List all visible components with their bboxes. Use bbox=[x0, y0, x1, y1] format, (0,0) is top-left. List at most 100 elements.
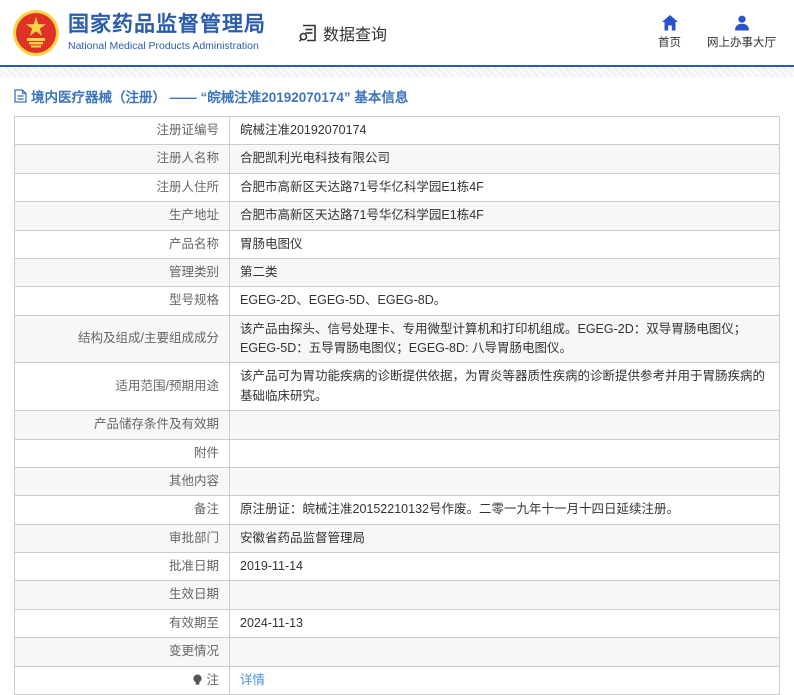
home-icon bbox=[661, 15, 678, 31]
row-label-text: 注册证编号 bbox=[156, 123, 219, 137]
row-label: 产品储存条件及有效期 bbox=[15, 411, 229, 438]
row-label: 管理类别 bbox=[15, 259, 229, 286]
row-value: 该产品可为胃功能疾病的诊断提供依据，为胃炎等器质性疾病的诊断提供参考并用于胃肠疾… bbox=[229, 363, 779, 411]
data-query-label: 数据查询 bbox=[323, 26, 388, 44]
page-title: 境内医疗器械（注册） —— “皖械注准20192070174” 基本信息 bbox=[31, 90, 409, 105]
table-row: 注册人名称 合肥凯利光电科技有限公司 bbox=[15, 145, 779, 174]
row-value-text: 原注册证：皖械注准20152210132号作废。二零一九年十一月十四日延续注册。 bbox=[240, 502, 679, 517]
table-row: 附件 bbox=[15, 439, 779, 468]
data-query-entry[interactable]: 数据查询 bbox=[298, 21, 387, 45]
row-value-text: EGEG-2D、EGEG-5D、EGEG-8D。 bbox=[240, 293, 447, 308]
row-label: 生产地址 bbox=[15, 202, 229, 229]
row-label-text: 审批部门 bbox=[168, 530, 219, 545]
row-label-text: 注 bbox=[206, 672, 219, 687]
row-label-text: 注册人住所 bbox=[156, 179, 219, 194]
row-label: 型号规格 bbox=[15, 287, 229, 314]
row-label-text: 适用范围/预期用途 bbox=[115, 379, 219, 394]
breadcrumb: 境内医疗器械（注册） —— “皖械注准20192070174” 基本信息 bbox=[0, 77, 794, 114]
row-label: 其他内容 bbox=[15, 468, 229, 495]
table-row: 管理类别 第二类 bbox=[15, 258, 779, 288]
row-label: 注册人住所 bbox=[15, 174, 229, 201]
brand: 国家药品监督管理局 National Medical Products Admi… bbox=[12, 9, 266, 57]
row-value: 该产品由探头、信号处理卡、专用微型计算机和打印机组成。EGEG-2D：双导胃肠电… bbox=[229, 315, 779, 363]
table-row: 注 详情 bbox=[15, 666, 779, 695]
row-label: 审批部门 bbox=[15, 525, 229, 552]
row-value: 2019-11-14 bbox=[229, 553, 779, 581]
row-value: 详情 bbox=[229, 666, 779, 694]
row-value-text: 合肥凯利光电科技有限公司 bbox=[240, 151, 391, 166]
row-value-text: 该产品可为胃功能疾病的诊断提供依据，为胃炎等器质性疾病的诊断提供参考并用于胃肠疾… bbox=[240, 369, 766, 403]
table-row: 适用范围/预期用途 该产品可为胃功能疾病的诊断提供依据，为胃炎等器质性疾病的诊断提… bbox=[15, 363, 779, 412]
row-value-text: 皖械注准20192070174 bbox=[240, 123, 367, 137]
row-label-text: 管理类别 bbox=[168, 264, 219, 279]
row-label: 适用范围/预期用途 bbox=[15, 363, 229, 410]
detail-link[interactable]: 详情 bbox=[240, 673, 265, 687]
org-name-cn: 国家药品监督管理局 bbox=[68, 13, 266, 37]
row-value-text: 胃肠电图仪 bbox=[240, 236, 303, 251]
row-label-text: 注册人名称 bbox=[156, 151, 219, 166]
row-value bbox=[229, 439, 779, 467]
table-row: 结构及组成/主要组成成分 该产品由探头、信号处理卡、专用微型计算机和打印机组成。E… bbox=[15, 315, 779, 364]
table-row: 注册人住所 合肥市高新区天达路71号华亿科学园E1栋4F bbox=[15, 173, 779, 203]
row-label: 注册证编号 bbox=[15, 117, 229, 144]
table-row: 注册证编号 皖械注准20192070174 bbox=[15, 117, 779, 146]
row-label-text: 备注 bbox=[193, 502, 219, 517]
table-row: 其他内容 bbox=[15, 467, 779, 497]
row-label-text: 附件 bbox=[193, 445, 219, 460]
row-value: 合肥市高新区天达路71号华亿科学园E1栋4F bbox=[229, 202, 779, 230]
row-label-text: 产品名称 bbox=[168, 236, 219, 251]
row-label: 结构及组成/主要组成成分 bbox=[15, 316, 229, 363]
row-value-text: 该产品由探头、信号处理卡、专用微型计算机和打印机组成。EGEG-2D：双导胃肠电… bbox=[240, 321, 747, 355]
row-label-text: 生产地址 bbox=[168, 208, 219, 223]
row-label-text: 其他内容 bbox=[168, 473, 219, 488]
row-value: EGEG-2D、EGEG-5D、EGEG-8D。 bbox=[229, 287, 779, 315]
row-label-text: 结构及组成/主要组成成分 bbox=[78, 331, 219, 346]
row-value bbox=[229, 411, 779, 439]
table-row: 生效日期 bbox=[15, 581, 779, 610]
row-value: 胃肠电图仪 bbox=[229, 230, 779, 258]
row-value-text: 2019-11-14 bbox=[240, 559, 304, 573]
table-row: 变更情况 bbox=[15, 638, 779, 667]
row-value-text: 合肥市高新区天达路71号华亿科学园E1栋4F bbox=[240, 208, 484, 223]
row-label: 产品名称 bbox=[15, 231, 229, 258]
row-label: 备注 bbox=[15, 496, 229, 523]
row-label: 注册人名称 bbox=[15, 145, 229, 172]
table-row: 型号规格 EGEG-2D、EGEG-5D、EGEG-8D。 bbox=[15, 287, 779, 316]
data-query-icon bbox=[298, 24, 316, 42]
table-row: 审批部门 安徽省药品监督管理局 bbox=[15, 524, 779, 553]
row-label: 批准日期 bbox=[15, 553, 229, 580]
header-nav: 首页 网上办事大厅 bbox=[658, 15, 776, 50]
table-row: 备注 原注册证：皖械注准20152210132号作废。二零一九年十一月十四日延续注… bbox=[15, 496, 779, 525]
table-row: 产品名称 胃肠电图仪 bbox=[15, 230, 779, 259]
nav-service-hall-label: 网上办事大厅 bbox=[707, 37, 776, 49]
nav-item-service-hall[interactable]: 网上办事大厅 bbox=[707, 15, 776, 50]
table-row: 批准日期 2019-11-14 bbox=[15, 553, 779, 582]
nav-item-home[interactable]: 首页 bbox=[658, 15, 681, 50]
site-header: 国家药品监督管理局 National Medical Products Admi… bbox=[0, 0, 794, 65]
user-icon bbox=[734, 15, 749, 31]
row-label: 变更情况 bbox=[15, 638, 229, 665]
nav-home-label: 首页 bbox=[658, 37, 681, 49]
row-value bbox=[229, 638, 779, 666]
row-value: 2024-11-13 bbox=[229, 609, 779, 638]
org-name-en: National Medical Products Administration bbox=[68, 39, 259, 52]
document-icon bbox=[14, 89, 27, 103]
table-row: 产品储存条件及有效期 bbox=[15, 411, 779, 440]
row-value bbox=[229, 581, 779, 609]
row-label-text: 变更情况 bbox=[168, 644, 219, 659]
row-label: 有效期至 bbox=[15, 610, 229, 637]
row-value: 合肥市高新区天达路71号华亿科学园E1栋4F bbox=[229, 173, 779, 202]
row-value: 合肥凯利光电科技有限公司 bbox=[229, 145, 779, 173]
row-label-text: 型号规格 bbox=[168, 293, 219, 308]
row-value-text: 安徽省药品监督管理局 bbox=[240, 530, 366, 545]
row-value: 安徽省药品监督管理局 bbox=[229, 524, 779, 552]
row-label: 注 bbox=[15, 667, 229, 694]
row-label-text: 有效期至 bbox=[168, 615, 219, 630]
row-label-text: 生效日期 bbox=[168, 587, 219, 602]
registration-info-table: 注册证编号 皖械注准20192070174 注册人名称 合肥凯利光电科技有限公司 注册人… bbox=[14, 116, 780, 695]
note-icon bbox=[193, 674, 203, 685]
row-label-text: 产品储存条件及有效期 bbox=[93, 417, 219, 432]
row-value: 第二类 bbox=[229, 258, 779, 287]
table-row: 生产地址 合肥市高新区天达路71号华亿科学园E1栋4F bbox=[15, 202, 779, 231]
row-label: 附件 bbox=[15, 440, 229, 467]
